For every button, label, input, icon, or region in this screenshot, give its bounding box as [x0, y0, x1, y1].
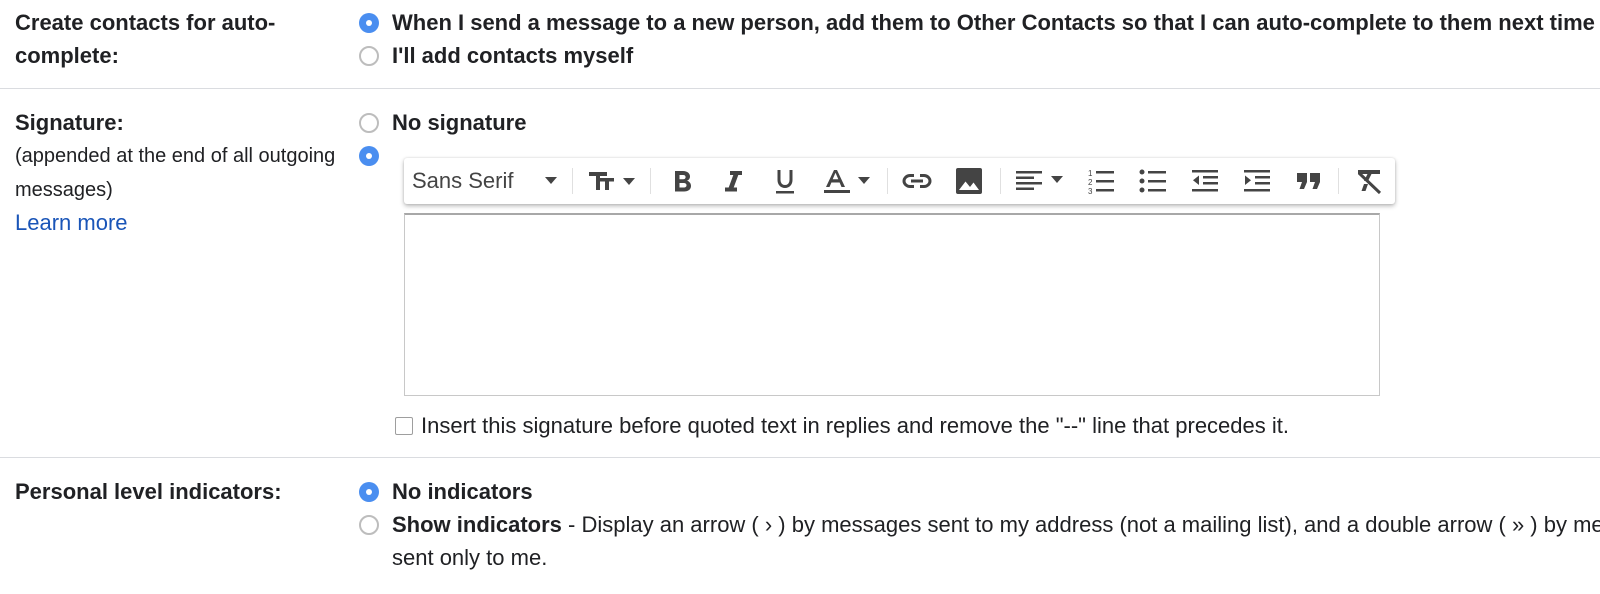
insert-before-quoted-checkbox[interactable] — [395, 417, 413, 435]
bulleted-list-icon — [1139, 169, 1166, 193]
numbered-list-button[interactable]: 1 2 3 — [1080, 158, 1122, 204]
link-icon — [902, 174, 932, 188]
font-family-dropdown[interactable]: Sans Serif — [412, 158, 562, 204]
image-icon — [956, 168, 982, 194]
autocomplete-option-add-radio[interactable] — [359, 13, 379, 33]
section-divider — [0, 88, 1600, 89]
underline-icon — [776, 170, 794, 194]
show-indicators-text[interactable]: Show indicators - Display an arrow ( › )… — [392, 508, 1600, 541]
show-indicators-description-cont: sent only to me. — [392, 545, 548, 570]
svg-text:1: 1 — [1088, 169, 1093, 178]
toolbar-separator — [1338, 168, 1339, 194]
autocomplete-option-add-label[interactable]: When I send a message to a new person, a… — [392, 6, 1595, 39]
remove-formatting-button[interactable] — [1348, 158, 1390, 204]
svg-text:2: 2 — [1088, 178, 1093, 187]
insert-image-button[interactable] — [948, 158, 990, 204]
autocomplete-label: Create contacts for auto-complete: — [15, 10, 276, 68]
underline-button[interactable] — [765, 158, 805, 204]
no-signature-label[interactable]: No signature — [392, 106, 526, 139]
bulleted-list-button[interactable] — [1132, 158, 1174, 204]
font-size-button[interactable] — [580, 158, 642, 204]
signature-sublabel: (appended at the end of all outgoing mes… — [15, 145, 336, 201]
signature-editor[interactable] — [404, 213, 1380, 396]
no-indicators-label[interactable]: No indicators — [392, 475, 533, 508]
show-indicators-title: Show indicators — [392, 512, 562, 537]
autocomplete-option-manual-label[interactable]: I'll add contacts myself — [392, 39, 633, 72]
indent-less-button[interactable] — [1184, 158, 1226, 204]
numbered-list-icon: 1 2 3 — [1088, 169, 1114, 195]
signature-format-toolbar: Sans Serif 1 2 3 — [404, 158, 1395, 204]
indent-more-icon — [1244, 170, 1270, 192]
align-button[interactable] — [1010, 158, 1070, 204]
indent-less-icon — [1192, 170, 1218, 192]
italic-icon — [725, 171, 742, 192]
bold-icon — [675, 171, 691, 192]
text-color-icon — [824, 170, 870, 193]
signature-label: Signature: — [15, 110, 124, 135]
quote-button[interactable] — [1288, 158, 1330, 204]
autocomplete-option-manual-radio[interactable] — [359, 46, 379, 66]
no-signature-radio[interactable] — [359, 113, 379, 133]
toolbar-separator — [572, 168, 573, 194]
toolbar-separator — [650, 168, 651, 194]
svg-text:3: 3 — [1088, 187, 1093, 195]
font-family-value: Sans Serif — [412, 168, 514, 193]
chevron-down-icon — [545, 177, 557, 184]
learn-more-link[interactable]: Learn more — [15, 206, 128, 239]
font-size-icon — [589, 172, 635, 190]
toolbar-separator — [1000, 168, 1001, 194]
indent-more-button[interactable] — [1236, 158, 1278, 204]
no-indicators-radio[interactable] — [359, 482, 379, 502]
remove-formatting-icon — [1357, 170, 1382, 195]
indicators-label: Personal level indicators: — [15, 479, 282, 504]
show-indicators-description: - Display an arrow ( › ) by messages sen… — [561, 512, 1600, 537]
quote-icon — [1297, 173, 1320, 189]
insert-link-button[interactable] — [896, 158, 938, 204]
bold-button[interactable] — [662, 158, 702, 204]
text-color-button[interactable] — [818, 158, 878, 204]
insert-before-quoted-label[interactable]: Insert this signature before quoted text… — [421, 409, 1289, 442]
align-icon — [1016, 171, 1063, 190]
section-divider — [0, 457, 1600, 458]
toolbar-separator — [887, 168, 888, 194]
show-indicators-radio[interactable] — [359, 515, 379, 535]
custom-signature-radio[interactable] — [359, 146, 379, 166]
italic-button[interactable] — [713, 158, 753, 204]
